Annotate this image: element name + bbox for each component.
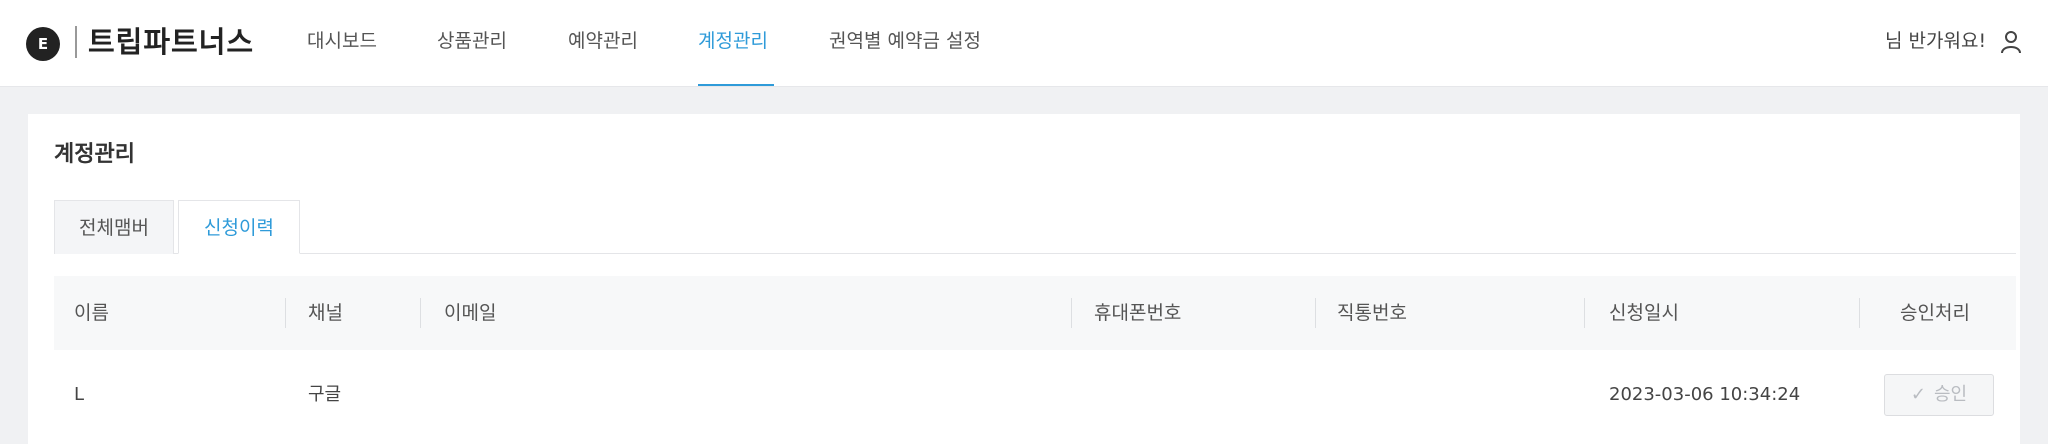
user-icon[interactable] [2000,30,2022,54]
column-header-channel: 채널 [308,302,343,324]
approve-button-label: 승인 [1933,384,1968,405]
cell-name: L [74,384,85,405]
column-divider [420,298,421,328]
column-header-approval: 승인처리 [1900,302,1970,324]
column-header-mobile: 휴대폰번호 [1094,302,1182,324]
nav-item-dashboard[interactable]: 대시보드 [307,26,377,56]
top-navigation-bar: E 트립파트너스 대시보드 상품관리 예약관리 계정관리 권역별 예약금 설정 … [0,0,2048,87]
approve-button[interactable]: ✓ 승인 [1884,374,1994,416]
nav-item-reservations[interactable]: 예약관리 [568,26,638,56]
cell-applied-at: 2023-03-06 10:34:24 [1609,384,1801,405]
cell-channel: 구글 [308,384,342,405]
tabs-divider [54,253,2016,254]
logo-divider [75,26,77,58]
page-title: 계정관리 [54,142,135,167]
column-header-direct-number: 직통번호 [1337,302,1407,324]
nav-item-products[interactable]: 상품관리 [437,26,507,56]
column-header-name: 이름 [74,302,109,324]
column-divider [1859,298,1860,328]
tab-all-members[interactable]: 전체맴버 [54,200,174,254]
column-divider [1315,298,1316,328]
brand-name[interactable]: 트립파트너스 [88,22,254,62]
active-nav-indicator [698,84,774,86]
column-divider [1071,298,1072,328]
table-row[interactable]: L 구글 2023-03-06 10:34:24 [54,350,2016,440]
nav-item-accounts[interactable]: 계정관리 [698,26,768,56]
content-card: 계정관리 전체맴버 신청이력 이름 채널 이메일 휴대폰번호 직통번호 신청일시… [28,114,2020,444]
tab-application-history[interactable]: 신청이력 [178,200,300,254]
column-header-applied-at: 신청일시 [1609,302,1679,324]
nav-item-regional-deposit[interactable]: 권역별 예약금 설정 [829,26,981,56]
column-divider [285,298,286,328]
user-greeting: 님 반가워요! [1885,30,1987,52]
table-header: 이름 채널 이메일 휴대폰번호 직통번호 신청일시 승인처리 [54,276,2016,350]
check-icon: ✓ [1910,384,1926,405]
column-divider [1584,298,1585,328]
logo-icon[interactable]: E [26,27,60,61]
column-header-email: 이메일 [444,302,497,324]
